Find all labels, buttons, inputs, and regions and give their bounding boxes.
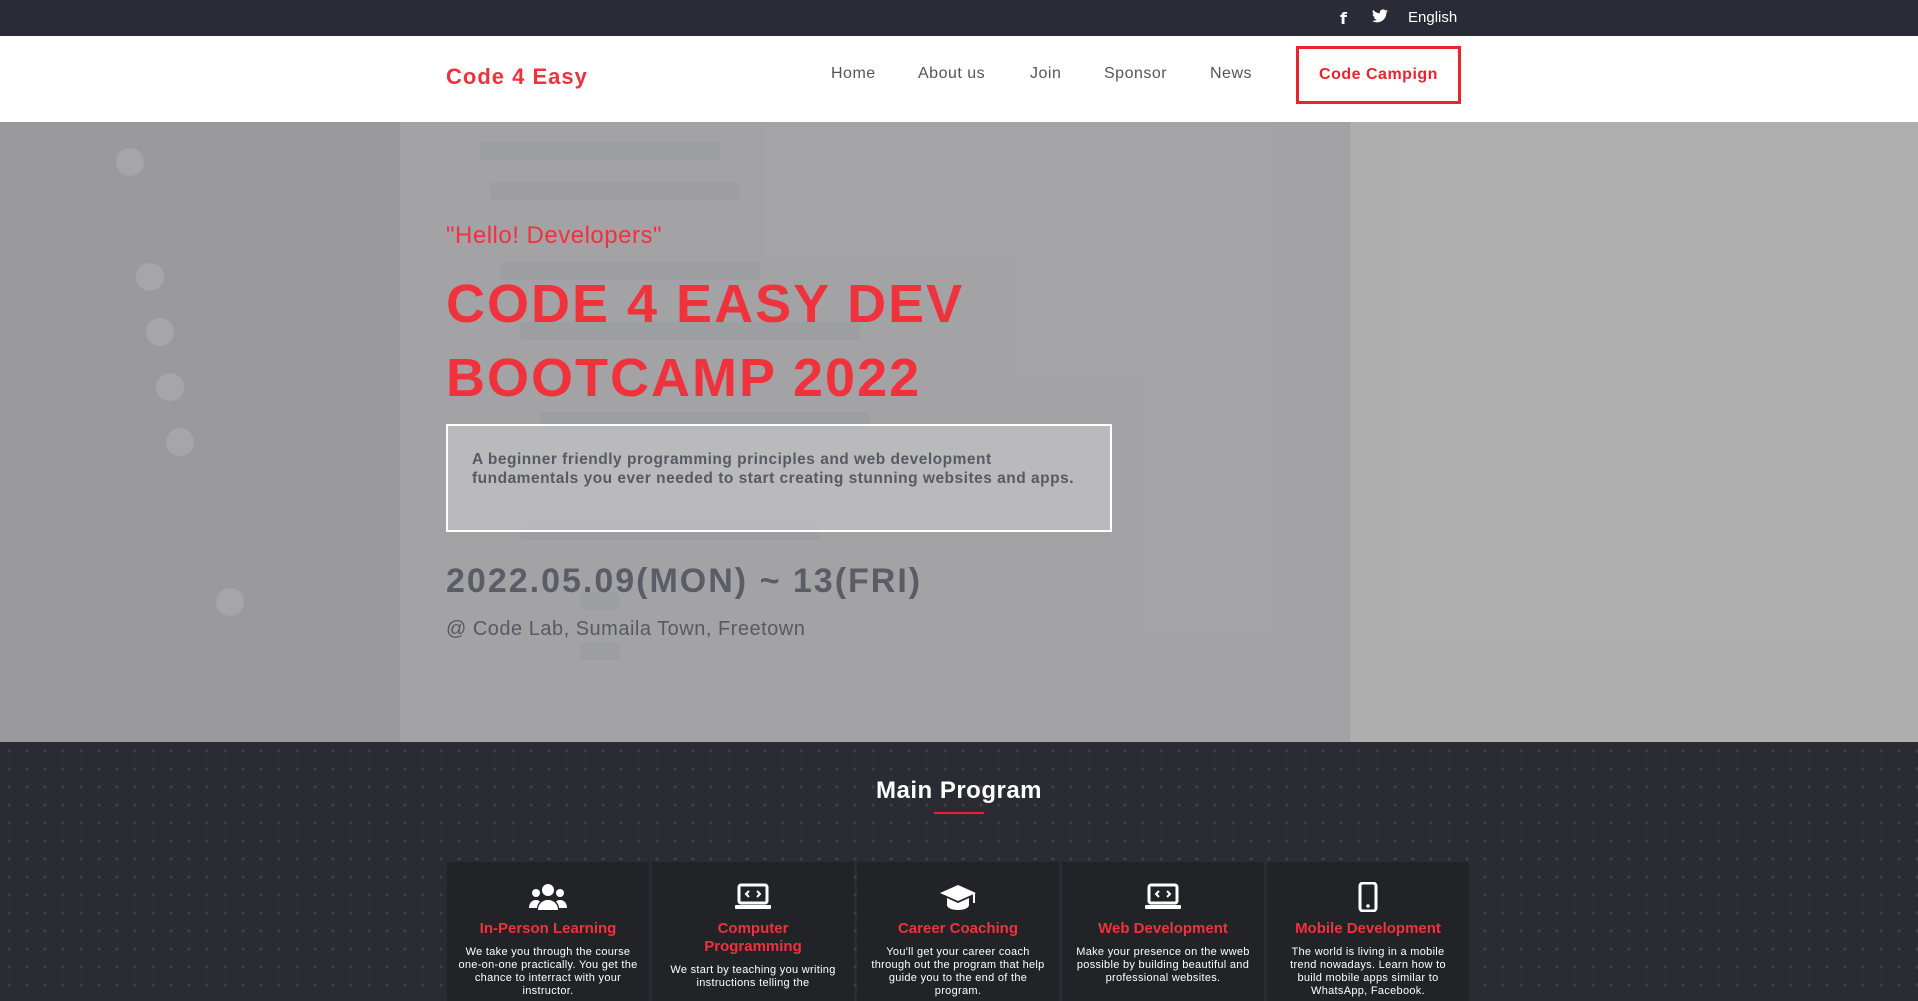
hero-greeting: "Hello! Developers" — [446, 222, 662, 249]
program-card[interactable]: Career Coaching You'll get your career c… — [857, 862, 1059, 1001]
nav-join[interactable]: Join — [1030, 65, 1061, 83]
laptop-code-icon — [1145, 883, 1181, 909]
nav-about-us[interactable]: About us — [918, 65, 985, 83]
card-title: Career Coaching — [897, 920, 1019, 937]
program-cards: In-Person Learning We take you through t… — [447, 862, 1469, 1001]
card-text: We start by teaching you writing instruc… — [670, 964, 836, 989]
code-campaign-button[interactable]: Code Campign — [1296, 46, 1461, 104]
laptop-code-icon — [735, 883, 771, 909]
graduation-cap-icon — [940, 885, 976, 910]
top-bar: f English — [0, 0, 1918, 36]
facebook-icon[interactable]: f — [1340, 9, 1347, 28]
hero-description: A beginner friendly programming principl… — [446, 424, 1112, 532]
card-text: The world is living in a mobile trend no… — [1290, 946, 1446, 997]
language-selector[interactable]: English — [1408, 9, 1457, 26]
program-card[interactable]: Computer Programming We start by teachin… — [652, 862, 854, 1001]
heading-underline — [934, 812, 984, 814]
section-heading: Main Program — [875, 777, 1043, 804]
site-logo[interactable]: Code 4 Easy — [446, 64, 588, 90]
card-text: You'll get your career coach through out… — [871, 946, 1045, 997]
card-text: We take you through the course one-on-on… — [458, 946, 638, 997]
hero-section: "Hello! Developers" Code 4 Easy Dev Boot… — [0, 122, 1918, 742]
program-card[interactable]: In-Person Learning We take you through t… — [447, 862, 649, 1001]
mobile-icon — [1358, 882, 1378, 912]
card-title: Mobile Development — [1295, 920, 1441, 937]
card-text: Make your presence on the wweb possible … — [1076, 946, 1250, 984]
program-card[interactable]: Web Development Make your presence on th… — [1062, 862, 1264, 1001]
program-card[interactable]: Mobile Development The world is living i… — [1267, 862, 1469, 1001]
main-program-section: Main Program In-Person Learning We take … — [0, 742, 1918, 1001]
nav-sponsor[interactable]: Sponsor — [1104, 65, 1167, 83]
event-date: 2022.05.09(MON) ~ 13(FRI) — [446, 562, 923, 600]
twitter-icon[interactable] — [1372, 9, 1388, 23]
card-title: Computer Programming — [704, 920, 802, 955]
users-icon — [529, 884, 567, 910]
nav-news[interactable]: News — [1210, 65, 1252, 83]
card-title: In-Person Learning — [479, 920, 617, 937]
navbar: Code 4 Easy Home About us Join Sponsor N… — [0, 36, 1918, 122]
nav-home[interactable]: Home — [831, 65, 876, 83]
hero-title: Code 4 Easy Dev Bootcamp 2022 — [446, 274, 965, 408]
event-venue: @ Code Lab, Sumaila Town, Freetown — [446, 618, 806, 640]
card-title: Web Development — [1098, 920, 1228, 937]
